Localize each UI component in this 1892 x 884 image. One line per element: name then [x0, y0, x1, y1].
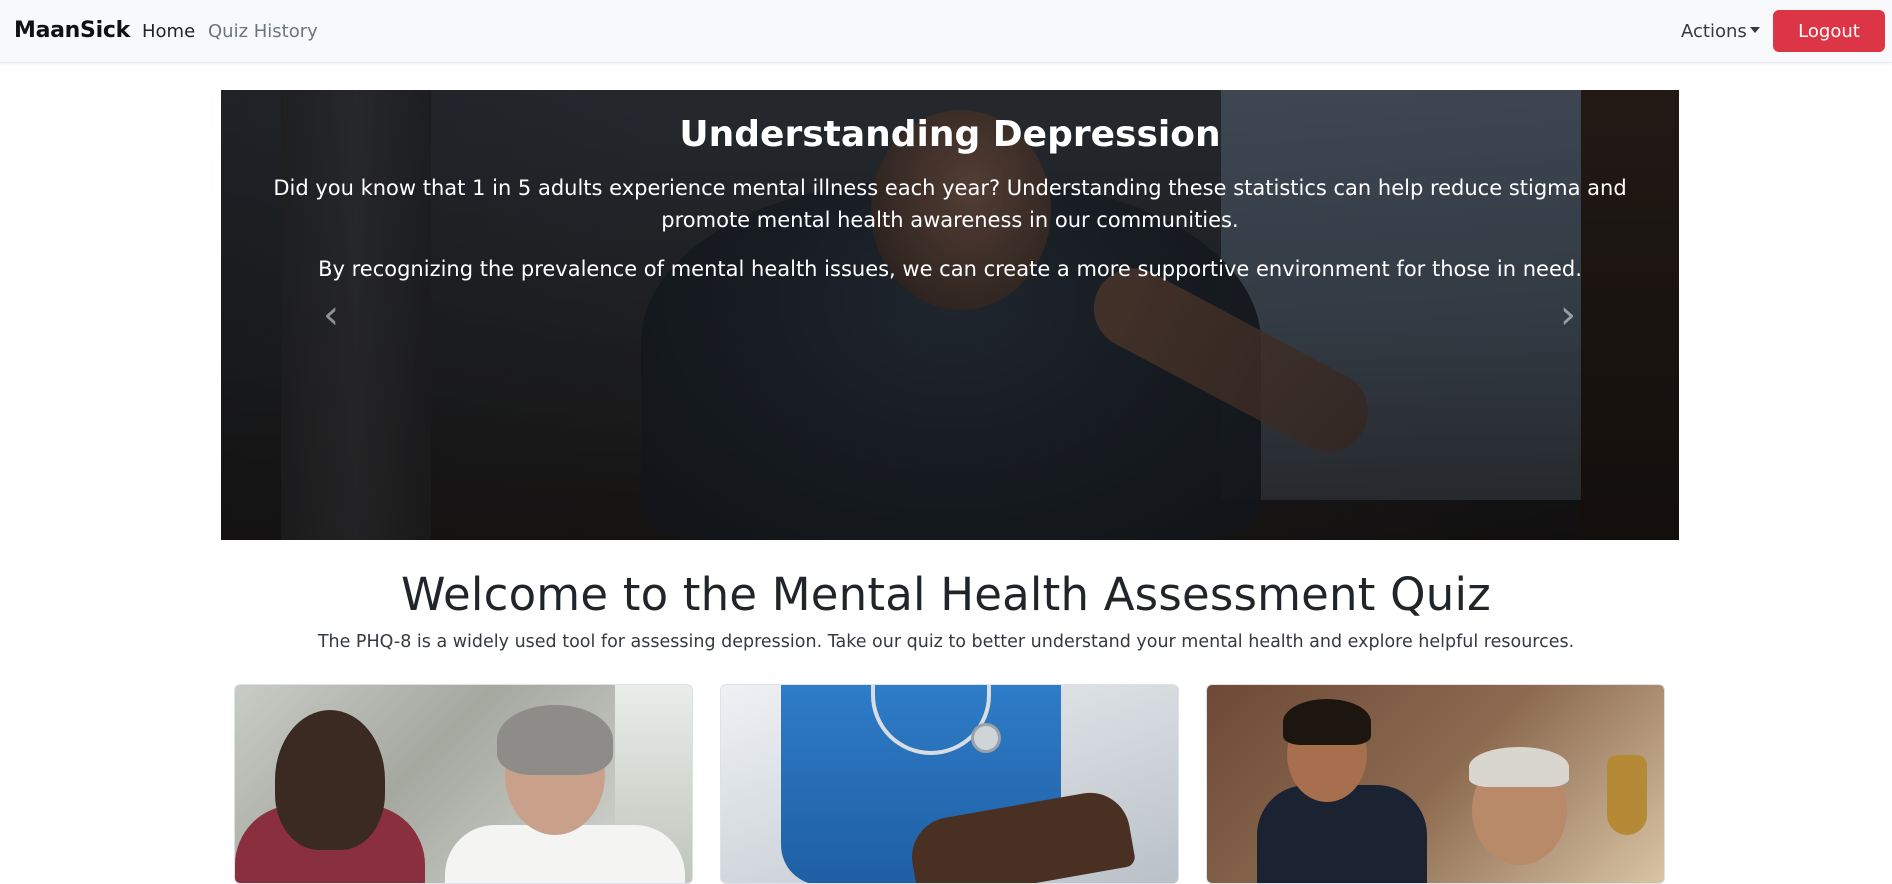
welcome-subtitle: The PHQ-8 is a widely used tool for asse… [317, 632, 1575, 652]
card-image-elder-hair [1469, 747, 1569, 787]
card-nurse-support[interactable] [720, 684, 1179, 884]
navbar: MaanSick Home Quiz History Actions Logou… [0, 0, 1892, 63]
chevron-right-icon: › [1560, 292, 1576, 338]
actions-dropdown[interactable]: Actions [1681, 21, 1760, 42]
card-image-vase [1607, 755, 1647, 835]
card-family-support[interactable] [1206, 684, 1665, 884]
card-image-doctor-hair [497, 705, 613, 775]
carousel-next-button[interactable]: › [1548, 290, 1588, 340]
slide-paragraph: Did you know that 1 in 5 adults experien… [273, 176, 1627, 232]
card-image-doctor-coat [445, 825, 685, 883]
brand-logo[interactable]: MaanSick [14, 18, 130, 43]
slide-paragraph: By recognizing the prevalence of mental … [318, 257, 1582, 281]
card-doctor-consultation[interactable] [234, 684, 693, 884]
actions-label: Actions [1681, 21, 1747, 42]
hero-carousel: Understanding Depression Did you know th… [221, 90, 1679, 540]
nav-link-quiz-history[interactable]: Quiz History [208, 21, 318, 42]
logout-button[interactable]: Logout [1773, 10, 1885, 52]
nav-link-home[interactable]: Home [142, 21, 195, 42]
slide-title: Understanding Depression [679, 114, 1221, 155]
welcome-title: Welcome to the Mental Health Assessment … [400, 568, 1491, 621]
card-image-young-man-hair [1283, 699, 1371, 745]
carousel-overlay [221, 90, 1679, 540]
caret-down-icon [1749, 27, 1760, 33]
carousel-prev-button[interactable]: ‹ [311, 290, 351, 340]
card-image-stethoscope-bell [971, 723, 1001, 753]
card-image-patient-hair [275, 710, 385, 850]
card-image-young-man [1257, 785, 1427, 883]
chevron-left-icon: ‹ [323, 292, 339, 338]
